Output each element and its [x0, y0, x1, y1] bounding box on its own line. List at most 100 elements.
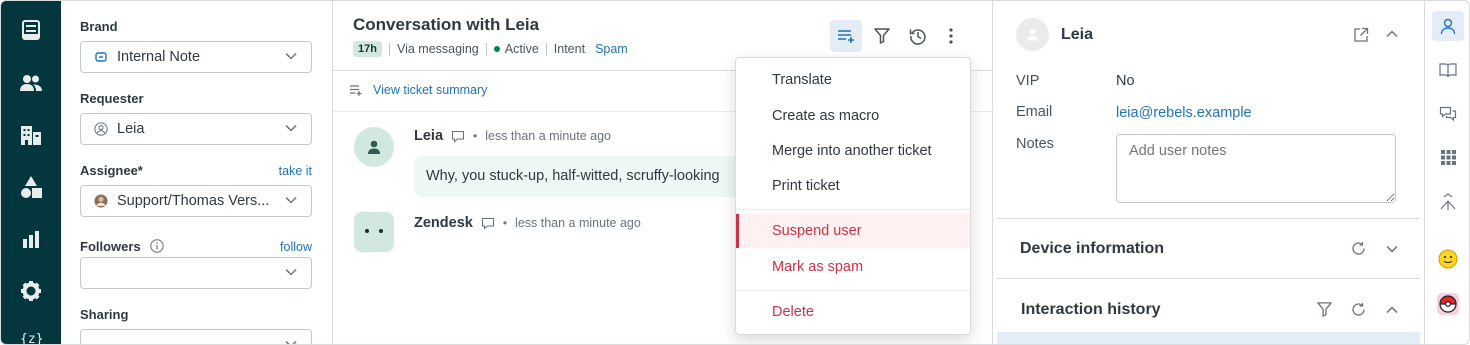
follow-link[interactable]: follow: [280, 240, 312, 254]
intent-label: Intent: [553, 42, 586, 56]
message-time: less than a minute ago: [485, 129, 611, 143]
chevron-down-icon[interactable]: [1386, 245, 1398, 253]
smiley-app-icon[interactable]: [1435, 246, 1461, 272]
organizations-icon[interactable]: [18, 122, 44, 148]
product-switcher-label[interactable]: {z}: [20, 332, 43, 344]
sharing-label: Sharing: [80, 307, 129, 322]
menu-divider: [736, 290, 970, 291]
menu-item-merge-ticket[interactable]: Merge into another ticket: [736, 134, 970, 168]
followers-select[interactable]: [80, 257, 312, 289]
assignee-value: Support/Thomas Vers...: [117, 193, 270, 209]
chevron-down-icon: [285, 124, 297, 132]
user-icon: [368, 140, 380, 154]
assignee-label: Assignee*: [80, 163, 143, 178]
requester-value: Leia: [117, 121, 145, 137]
app-window: {z} Brand Internal Note Requester Leia A…: [0, 0, 1470, 345]
apps-grid-icon[interactable]: [1435, 144, 1461, 170]
vip-label: VIP: [1016, 73, 1040, 89]
settings-icon[interactable]: [18, 278, 44, 304]
avatar: [354, 127, 394, 167]
main-nav: {z}: [1, 1, 61, 344]
brand-value: Internal Note: [117, 49, 201, 65]
status-dot: [493, 46, 500, 52]
notes-label: Notes: [1016, 136, 1054, 152]
knowledge-icon[interactable]: [1435, 57, 1461, 83]
chats-icon[interactable]: [1435, 101, 1461, 127]
message-author: Zendesk: [414, 215, 473, 231]
menu-divider: [736, 209, 970, 210]
chevron-down-icon: [285, 268, 297, 276]
age-badge: 17h: [353, 41, 382, 57]
chevron-up-icon[interactable]: [1386, 30, 1398, 38]
divider: [997, 278, 1420, 279]
dot-separator: •: [473, 129, 478, 143]
more-options-icon[interactable]: [947, 27, 955, 45]
refresh-icon[interactable]: [1351, 241, 1366, 256]
views-icon[interactable]: [18, 17, 44, 43]
refresh-icon[interactable]: [1351, 302, 1366, 317]
menu-item-mark-spam[interactable]: Mark as spam: [736, 250, 970, 284]
menu-item-create-macro[interactable]: Create as macro: [736, 99, 970, 133]
requester-select[interactable]: Leia: [80, 113, 312, 145]
message-time: less than a minute ago: [515, 216, 641, 230]
sharing-select[interactable]: [80, 329, 312, 344]
dot-separator: •: [502, 216, 508, 230]
notes-textarea[interactable]: [1116, 134, 1396, 203]
bot-eye: [365, 229, 369, 233]
take-it-link[interactable]: take it: [279, 164, 312, 178]
bot-eye: [379, 229, 383, 233]
divider: [997, 218, 1420, 219]
email-label: Email: [1016, 104, 1053, 120]
interaction-history-header[interactable]: Interaction history: [1021, 301, 1161, 319]
divider: [545, 42, 547, 56]
filter-icon[interactable]: [873, 27, 891, 45]
ticket-summary-row[interactable]: View ticket summary: [349, 83, 487, 97]
app-icon[interactable]: [1435, 334, 1461, 344]
users-icon[interactable]: [18, 70, 44, 96]
message-header: Zendesk • less than a minute ago: [414, 215, 641, 231]
chevron-down-icon: [285, 340, 297, 344]
brand-select[interactable]: Internal Note: [80, 41, 312, 73]
chevron-down-icon: [285, 196, 297, 204]
assignee-select[interactable]: Support/Thomas Vers...: [80, 185, 312, 217]
filter-icon[interactable]: [1316, 301, 1333, 318]
history-icon[interactable]: [909, 27, 927, 45]
followers-label-text: Followers: [80, 239, 141, 254]
apps-rail: [1424, 1, 1469, 344]
reporting-icon[interactable]: [18, 226, 44, 252]
summary-toggle-button[interactable]: [830, 20, 862, 52]
menu-item-print-ticket[interactable]: Print ticket: [736, 169, 970, 203]
intent-value[interactable]: Spam: [595, 42, 628, 56]
user-avatar-icon: [94, 122, 108, 136]
ticket-meta: 17h Via messaging Active Intent Spam: [353, 41, 628, 57]
chevron-down-icon: [285, 52, 297, 60]
user-context-panel: Leia VIP No Email leia@rebels.example No…: [994, 1, 1424, 344]
user-profile-icon[interactable]: [1432, 11, 1464, 41]
external-link-icon[interactable]: [1353, 27, 1369, 43]
list-plus-icon: [838, 30, 854, 43]
status-text: Active: [504, 42, 539, 56]
avatar: [1016, 18, 1049, 51]
channel-text: Via messaging: [396, 42, 479, 56]
menu-item-translate[interactable]: Translate: [736, 63, 970, 97]
chat-bubble-icon: [481, 217, 495, 230]
menu-item-suspend-user[interactable]: Suspend user: [736, 214, 970, 248]
menu-item-delete[interactable]: Delete: [736, 295, 970, 329]
assignee-avatar: [94, 194, 108, 208]
divider: [485, 42, 487, 56]
email-value[interactable]: leia@rebels.example: [1116, 105, 1252, 121]
objects-icon[interactable]: [18, 174, 44, 200]
chevron-up-icon[interactable]: [1386, 306, 1398, 314]
user-name: Leia: [1061, 26, 1094, 43]
followers-label: Followers: [80, 239, 165, 254]
brand-label: Brand: [80, 19, 118, 34]
pokeball-app-icon[interactable]: [1435, 291, 1461, 317]
device-info-header[interactable]: Device information: [1020, 240, 1164, 258]
history-item-highlight[interactable]: [997, 332, 1420, 344]
message-author: Leia: [414, 128, 444, 144]
merge-icon[interactable]: [1435, 189, 1461, 215]
message-header: Leia • less than a minute ago: [414, 128, 611, 144]
view-summary-link[interactable]: View ticket summary: [373, 83, 487, 97]
requester-label: Requester: [80, 91, 144, 106]
info-icon[interactable]: [150, 239, 165, 253]
